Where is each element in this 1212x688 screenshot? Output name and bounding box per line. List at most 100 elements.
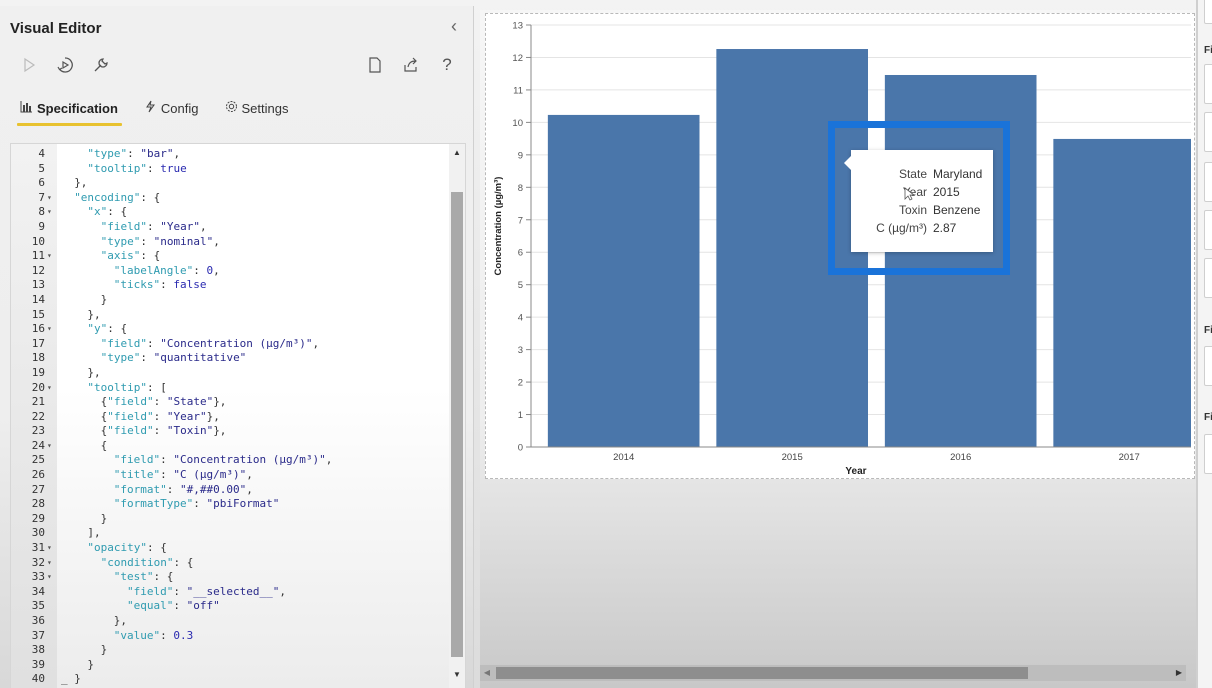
line-number: 27 xyxy=(31,482,45,496)
fold-toggle-icon[interactable]: ▾ xyxy=(47,439,55,454)
scrollbar-thumb[interactable] xyxy=(496,667,1028,679)
code-line[interactable]: 9 "field": "Year", xyxy=(11,220,447,235)
filter-card[interactable] xyxy=(1204,210,1212,250)
filter-card[interactable] xyxy=(1204,112,1212,152)
code-lines[interactable]: 4 "type": "bar", 5 "tooltip": true 6}, 7 ▾ "enc… xyxy=(11,147,447,687)
fold-toggle-icon[interactable]: ▾ xyxy=(47,205,55,220)
line-number: 20 xyxy=(31,380,45,394)
code-line[interactable]: 31 ▾ "opacity": { xyxy=(11,541,447,556)
code-line[interactable]: 12 "labelAngle": 0, xyxy=(11,264,447,279)
line-number: 6 xyxy=(38,176,45,190)
code-line[interactable]: 30], xyxy=(11,526,447,541)
bar[interactable] xyxy=(884,74,1037,447)
tab-specification[interactable]: Specification xyxy=(16,98,122,126)
code-line[interactable]: 14} xyxy=(11,293,447,308)
bar[interactable] xyxy=(716,49,868,447)
tab-config[interactable]: Config xyxy=(140,98,203,126)
code-line[interactable]: 13 "ticks": false xyxy=(11,278,447,293)
line-number: 11 xyxy=(31,249,45,263)
report-canvas: 0 1 2 3 4 5 6 7 8 9 10 11 12 13 2014 2015 2016 2017 Year Co… xyxy=(480,10,1196,688)
tooltip-row: Toxin Benzene xyxy=(851,201,993,219)
auto-apply-icon[interactable] xyxy=(54,54,76,76)
canvas-horizontal-scrollbar[interactable]: ◀ ▶ xyxy=(480,665,1186,681)
code-text: "condition": { xyxy=(100,555,194,569)
filter-card[interactable] xyxy=(1204,64,1212,104)
line-number: 19 xyxy=(31,365,45,379)
fold-toggle-icon[interactable]: ▾ xyxy=(47,381,55,396)
bar[interactable] xyxy=(1053,138,1191,447)
code-line[interactable]: 8 ▾ "x": { xyxy=(11,205,447,220)
fold-toggle-icon[interactable]: ▾ xyxy=(47,191,55,206)
export-icon[interactable] xyxy=(400,54,422,76)
filter-card[interactable] xyxy=(1204,162,1212,202)
code-text: }, xyxy=(113,614,128,627)
code-line[interactable]: 36}, xyxy=(11,614,447,629)
tab-settings[interactable]: Settings xyxy=(221,98,293,126)
code-line[interactable]: 21 {"field": "State"}, xyxy=(11,395,447,410)
bar[interactable] xyxy=(547,114,700,448)
code-line[interactable]: 20 ▾ "tooltip": [ xyxy=(11,381,447,396)
code-editor[interactable]: 4 "type": "bar", 5 "tooltip": true 6}, 7 ▾ "enc… xyxy=(10,143,466,688)
bar-chart[interactable]: 0123456789101112132014 2015 2016 2017YearCo… xyxy=(486,14,1196,480)
fold-toggle-icon[interactable]: ▾ xyxy=(47,541,55,556)
code-line[interactable]: 6}, xyxy=(11,176,447,191)
y-tick-label: 4 xyxy=(518,313,523,324)
new-document-icon[interactable] xyxy=(364,54,386,76)
scroll-left-icon[interactable]: ◀ xyxy=(480,665,494,681)
y-tick-label: 5 xyxy=(518,280,523,291)
filter-card[interactable] xyxy=(1204,434,1212,474)
code-line[interactable]: 29} xyxy=(11,512,447,527)
code-line[interactable]: 39} xyxy=(11,658,447,673)
code-line[interactable]: 27 "format": "#,##0.00", xyxy=(11,483,447,498)
fold-toggle-icon[interactable]: ▾ xyxy=(47,570,55,585)
y-tick-label: 13 xyxy=(512,21,523,32)
gear-icon xyxy=(225,100,238,116)
filter-card[interactable] xyxy=(1204,258,1212,298)
code-text: "type": "bar", xyxy=(87,147,181,160)
code-line[interactable]: 4 "type": "bar", xyxy=(11,147,447,162)
code-line[interactable]: 11 ▾ "axis": { xyxy=(11,249,447,264)
code-line[interactable]: 33 ▾ "test": { xyxy=(11,570,447,585)
code-line[interactable]: 15}, xyxy=(11,308,447,323)
code-line[interactable]: 38} xyxy=(11,643,447,658)
filter-card[interactable] xyxy=(1204,346,1212,386)
code-line[interactable]: 32 ▾ "condition": { xyxy=(11,556,447,571)
wrench-icon[interactable] xyxy=(90,54,112,76)
y-tick-label: 12 xyxy=(512,53,523,64)
code-line[interactable]: 35 "equal": "off" xyxy=(11,599,447,614)
code-line[interactable]: 18 "type": "quantitative" xyxy=(11,351,447,366)
scroll-up-icon[interactable]: ▲ xyxy=(449,146,465,160)
code-line[interactable]: 40 _ } xyxy=(11,672,447,687)
fold-toggle-icon[interactable]: ▾ xyxy=(47,556,55,571)
scroll-down-icon[interactable]: ▼ xyxy=(449,668,465,682)
code-line[interactable]: 16 ▾ "y": { xyxy=(11,322,447,337)
code-line[interactable]: 23 {"field": "Toxin"}, xyxy=(11,424,447,439)
scroll-right-icon[interactable]: ▶ xyxy=(1172,665,1186,681)
code-line[interactable]: 7 ▾ "encoding": { xyxy=(11,191,447,206)
code-line[interactable]: 24 ▾ { xyxy=(11,439,447,454)
code-line[interactable]: 28 "formatType": "pbiFormat" xyxy=(11,497,447,512)
code-line[interactable]: 34 "field": "__selected__", xyxy=(11,585,447,600)
code-line[interactable]: 10 "type": "nominal", xyxy=(11,235,447,250)
fold-toggle-icon[interactable]: ▾ xyxy=(47,322,55,337)
code-text: {"field": "Toxin"}, xyxy=(100,424,227,438)
code-line[interactable]: 37 "value": 0.3 xyxy=(11,629,447,644)
code-line[interactable]: 26 "title": "C (µg/m³)", xyxy=(11,468,447,483)
help-icon[interactable]: ? xyxy=(436,54,458,76)
line-number: 15 xyxy=(31,307,45,321)
chevron-left-icon[interactable]: ‹ xyxy=(446,16,462,36)
x-tick-label: 2016 xyxy=(950,452,971,463)
scrollbar-thumb[interactable] xyxy=(451,192,463,657)
run-icon[interactable] xyxy=(18,54,40,76)
y-tick-label: 2 xyxy=(518,378,523,389)
code-line[interactable]: 17 "field": "Concentration (µg/m³)", xyxy=(11,337,447,352)
editor-vertical-scrollbar[interactable]: ▲ ▼ xyxy=(449,144,465,688)
code-line[interactable]: 5 "tooltip": true xyxy=(11,162,447,177)
filter-card[interactable] xyxy=(1204,0,1212,24)
code-line[interactable]: 25 "field": "Concentration (µg/m³)", xyxy=(11,453,447,468)
panel-title: Visual Editor xyxy=(10,20,102,37)
code-line[interactable]: 22 {"field": "Year"}, xyxy=(11,410,447,425)
code-line[interactable]: 19}, xyxy=(11,366,447,381)
fold-toggle-icon[interactable]: ▾ xyxy=(47,249,55,264)
visual-container[interactable]: 0 1 2 3 4 5 6 7 8 9 10 11 12 13 2014 2015 2016 2017 Year Co… xyxy=(485,13,1195,479)
